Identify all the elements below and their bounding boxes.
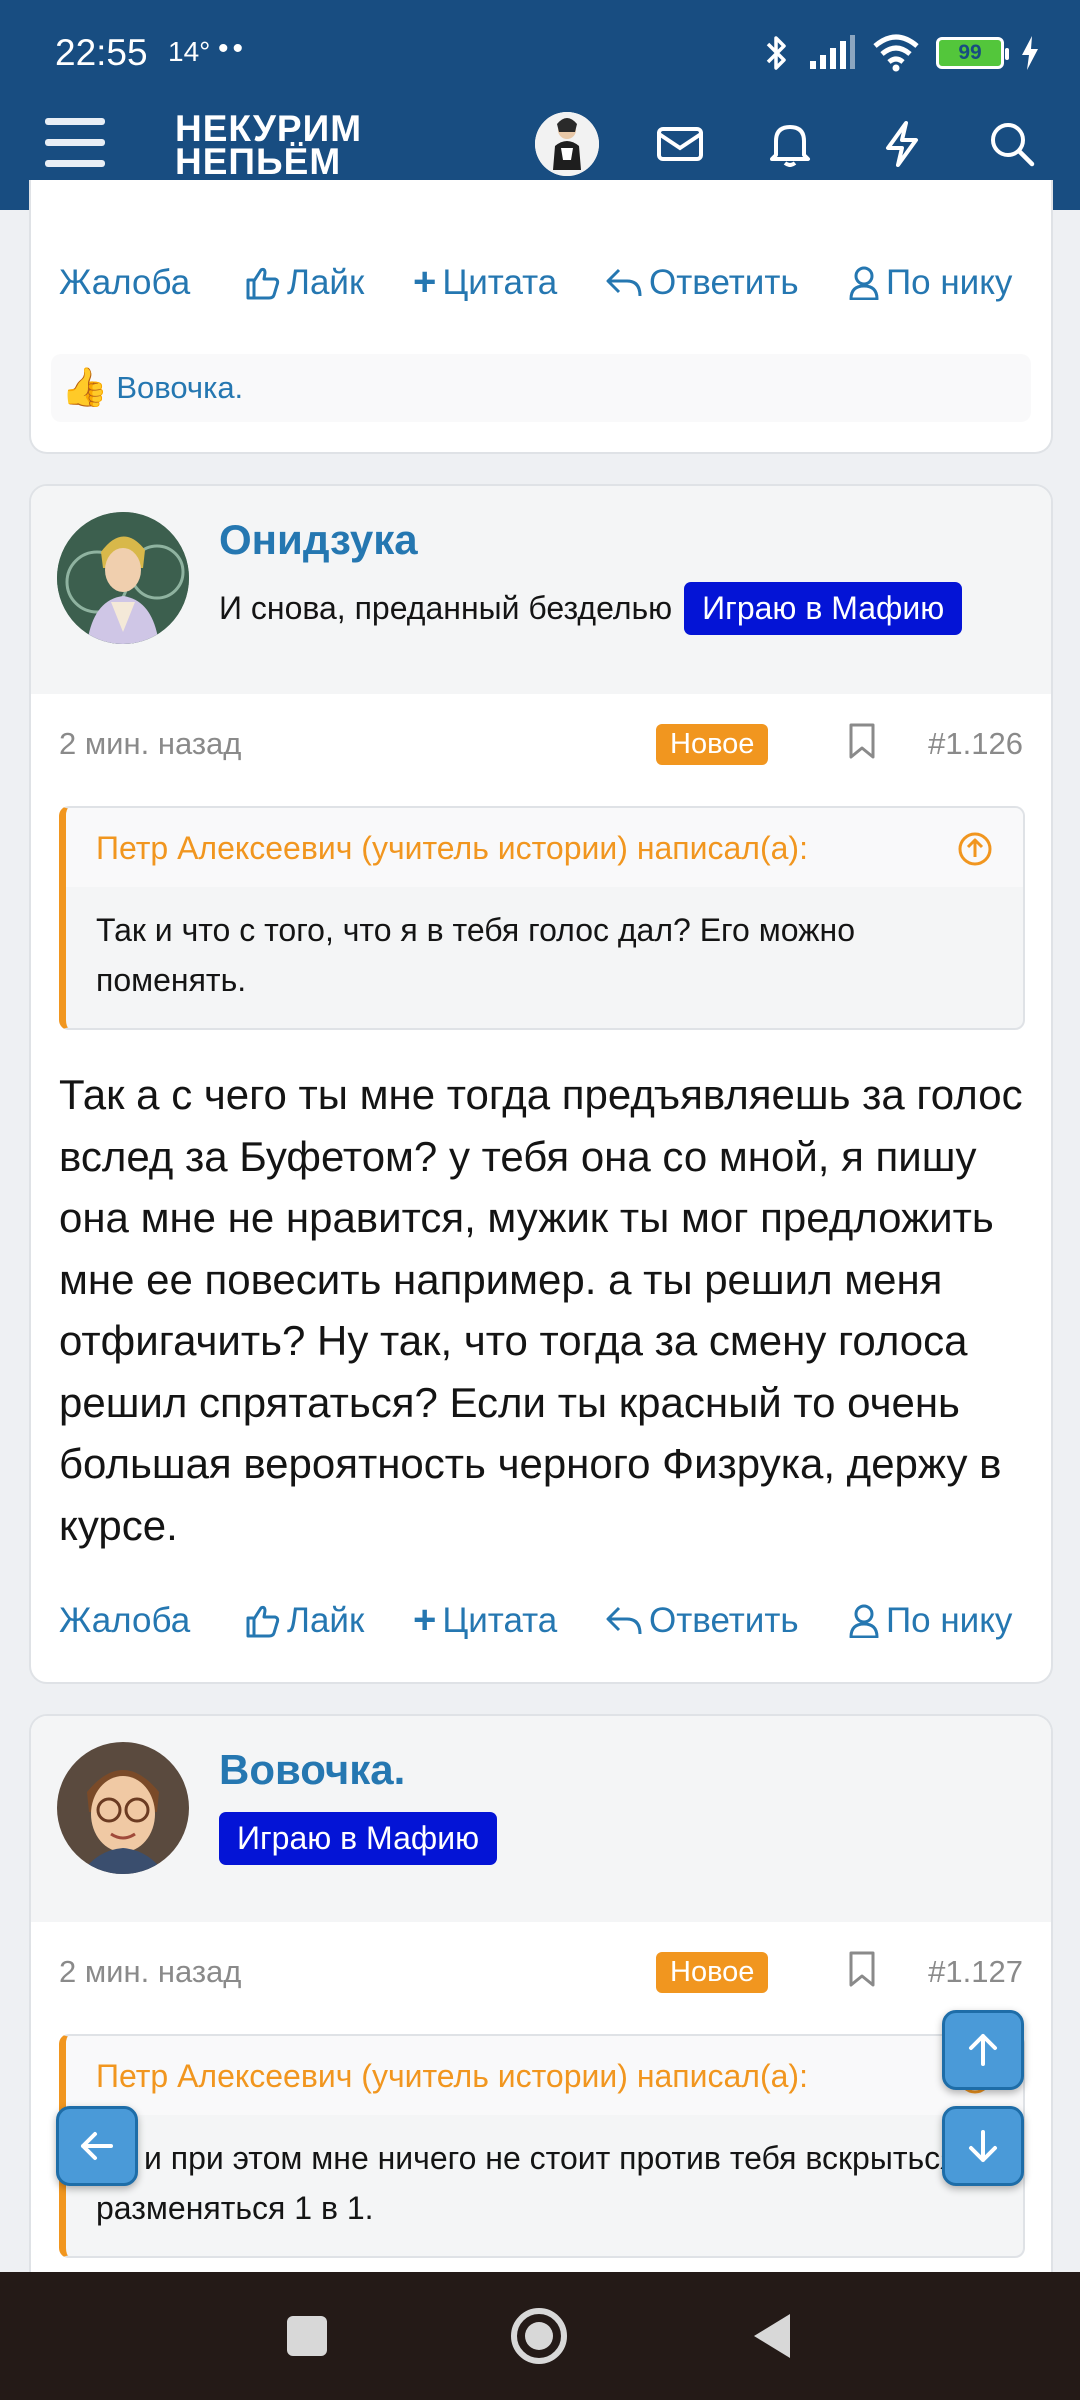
post-number[interactable]: #1.127 xyxy=(928,1954,1023,1990)
avatar-image xyxy=(57,512,189,644)
arrow-up-icon xyxy=(969,2034,997,2066)
post-actions: Жалоба Лайк + Цитата Ответить По нику xyxy=(59,260,1012,305)
status-icons: 99 xyxy=(762,30,1040,76)
user-icon xyxy=(849,266,879,300)
scroll-top-button[interactable] xyxy=(942,2010,1024,2090)
status-notification-dots: •• xyxy=(218,32,248,65)
arrow-down-icon xyxy=(969,2130,997,2162)
post-author-header: Онидзука И снова, преданный безделью Игр… xyxy=(31,486,1051,694)
quote-header[interactable]: Петр Алексеевич (учитель истории) написа… xyxy=(66,808,1023,887)
status-temperature: 14° xyxy=(168,36,211,67)
user-avatar-button[interactable] xyxy=(535,112,599,176)
quote-link[interactable]: + Цитата xyxy=(413,260,605,305)
quote-author: Петр Алексеевич (учитель истории) написа… xyxy=(96,830,808,866)
author-name[interactable]: Онидзука xyxy=(219,516,418,564)
app-header: 22:55 14° •• 99 НЕКУРИМ НЕПЬЁМ xyxy=(0,0,1080,210)
like-link[interactable]: Лайк xyxy=(245,1601,413,1641)
post-card: Вовочка. Играю в Мафию 2 мин. назад Ново… xyxy=(29,1714,1053,2274)
reactions-bar[interactable]: 👍 Вовочка. xyxy=(51,354,1031,422)
quote-text: Так и что с того, что я в тебя голос дал… xyxy=(96,912,856,998)
quote-block: Петр Алексеевич (учитель истории) написа… xyxy=(59,2034,1025,2258)
author-info: И снова, преданный безделью Играю в Мафи… xyxy=(219,582,963,635)
charging-icon xyxy=(1022,36,1038,70)
messages-button[interactable] xyxy=(648,112,712,176)
thumbs-up-reaction-icon: 👍 xyxy=(61,367,109,409)
reaction-user[interactable]: Вовочка. xyxy=(116,370,243,406)
bookmark-button[interactable] xyxy=(847,722,877,765)
reply-icon xyxy=(606,1606,642,1634)
bookmark-icon xyxy=(849,723,875,759)
report-link[interactable]: Жалоба xyxy=(59,1601,245,1641)
user-banner: Играю в Мафию xyxy=(684,582,963,635)
triangle-back-icon xyxy=(754,2314,790,2358)
status-time: 22:55 xyxy=(55,32,148,73)
thumbs-up-icon xyxy=(246,1605,280,1637)
quote-author: Петр Алексеевич (учитель истории) написа… xyxy=(96,2058,808,2094)
reply-link[interactable]: Ответить xyxy=(605,1601,848,1641)
envelope-icon xyxy=(657,127,703,161)
reply-link[interactable]: Ответить xyxy=(605,263,848,303)
signal-icon xyxy=(810,35,855,69)
user-icon xyxy=(849,1604,879,1638)
site-logo[interactable]: НЕКУРИМ НЕПЬЁМ xyxy=(175,110,362,180)
post-author-header: Вовочка. Играю в Мафию xyxy=(31,1716,1051,1922)
bell-icon xyxy=(770,125,810,167)
recent-apps-button[interactable] xyxy=(287,2316,327,2356)
home-button[interactable] xyxy=(511,2308,567,2364)
bluetooth-icon xyxy=(766,36,786,70)
back-nav-button[interactable] xyxy=(752,2312,792,2365)
lightning-icon xyxy=(886,121,918,167)
battery-icon: 99 xyxy=(936,37,1009,69)
by-nick-link[interactable]: По нику xyxy=(848,263,1012,303)
plus-icon: + xyxy=(413,1598,437,1642)
post-time[interactable]: 2 мин. назад xyxy=(59,1954,241,1990)
whats-new-button[interactable] xyxy=(870,112,934,176)
author-avatar[interactable] xyxy=(57,512,189,644)
report-link[interactable]: Жалоба xyxy=(59,263,245,303)
post-number[interactable]: #1.126 xyxy=(928,726,1023,762)
search-button[interactable] xyxy=(980,112,1044,176)
new-badge: Новое xyxy=(656,724,769,765)
quote-link[interactable]: + Цитата xyxy=(413,1598,605,1643)
back-button[interactable] xyxy=(56,2106,138,2186)
author-name[interactable]: Вовочка. xyxy=(219,1746,405,1794)
quote-block: Петр Алексеевич (учитель истории) написа… xyxy=(59,806,1025,1030)
author-avatar[interactable] xyxy=(57,1742,189,1874)
search-icon xyxy=(991,123,1035,167)
quote-text: Ну и при этом мне ничего не стоит против… xyxy=(96,2140,985,2226)
bookmark-icon xyxy=(849,1951,875,1987)
quote-header[interactable]: Петр Алексеевич (учитель истории) написа… xyxy=(66,2036,1023,2115)
notifications-button[interactable] xyxy=(758,112,822,176)
author-info: Играю в Мафию xyxy=(219,1812,498,1865)
plus-icon: + xyxy=(413,260,437,304)
reply-icon xyxy=(606,268,642,296)
post-card: Онидзука И снова, преданный безделью Игр… xyxy=(29,484,1053,1684)
new-badge: Новое xyxy=(656,1952,769,1993)
user-banner: Играю в Мафию xyxy=(219,1812,498,1865)
thumbs-up-icon xyxy=(246,267,280,299)
post-actions: Жалоба Лайк + Цитата Ответить По нику xyxy=(59,1598,1012,1643)
arrow-left-icon xyxy=(81,2132,113,2160)
scroll-bottom-button[interactable] xyxy=(942,2106,1024,2186)
post-body: Так а с чего ты мне тогда предъявляешь з… xyxy=(59,1071,1023,1549)
menu-button[interactable] xyxy=(45,118,107,170)
user-title: И снова, преданный безделью xyxy=(219,590,673,626)
system-navigation-bar xyxy=(0,2272,1080,2400)
by-nick-link[interactable]: По нику xyxy=(848,1601,1012,1641)
wifi-icon xyxy=(873,34,919,72)
arrow-up-circle-icon[interactable] xyxy=(957,831,993,867)
bookmark-button[interactable] xyxy=(847,1950,877,1993)
like-link[interactable]: Лайк xyxy=(245,263,413,303)
post-card-previous: Жалоба Лайк + Цитата Ответить По нику 👍 … xyxy=(29,180,1053,454)
avatar-image xyxy=(535,112,599,176)
post-time[interactable]: 2 мин. назад xyxy=(59,726,241,762)
avatar-image xyxy=(57,1742,189,1874)
